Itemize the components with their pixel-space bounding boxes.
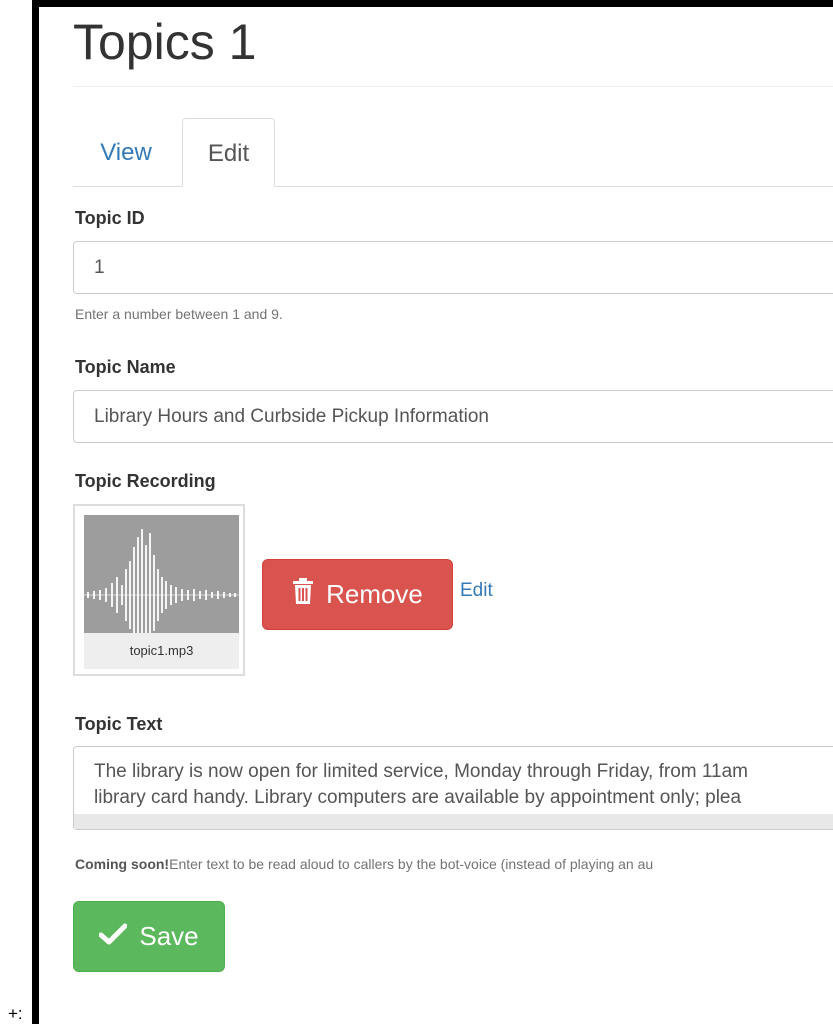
page-title: Topics 1 xyxy=(73,14,257,70)
topic-text-help: Coming soon!Enter text to be read aloud … xyxy=(75,856,653,872)
frame-border-left xyxy=(32,0,39,1024)
save-button[interactable]: Save xyxy=(73,901,225,972)
tab-edit[interactable]: Edit xyxy=(182,118,275,187)
topic-name-value: Library Hours and Curbside Pickup Inform… xyxy=(94,406,489,427)
topic-name-label: Topic Name xyxy=(75,357,176,377)
checkmark-icon xyxy=(98,921,128,952)
edit-recording-link[interactable]: Edit xyxy=(460,580,493,602)
topic-name-input[interactable]: Library Hours and Curbside Pickup Inform… xyxy=(73,390,833,443)
trash-icon xyxy=(292,578,314,611)
topic-id-value: 1 xyxy=(94,257,105,278)
topic-recording-label: Topic Recording xyxy=(75,471,216,491)
topic-id-input[interactable]: 1 xyxy=(73,241,833,294)
tab-bar: View Edit xyxy=(73,118,833,187)
frame-border-top xyxy=(32,0,833,7)
waveform-icon xyxy=(84,515,239,633)
topic-id-label: Topic ID xyxy=(75,208,145,228)
title-divider xyxy=(73,86,833,87)
textarea-horizontal-scrollbar[interactable] xyxy=(74,814,833,829)
topic-id-help: Enter a number between 1 and 9. xyxy=(75,306,283,322)
save-button-label: Save xyxy=(139,921,199,951)
corner-text: +: xyxy=(8,1004,23,1023)
tab-view[interactable]: View xyxy=(73,118,179,187)
coming-soon-label: Coming soon! xyxy=(75,856,170,872)
remove-recording-button[interactable]: Remove xyxy=(262,559,453,630)
topic-text-help-text: Enter text to be read aloud to callers b… xyxy=(169,856,654,872)
topic-text-label: Topic Text xyxy=(75,714,163,734)
topic-text-line: The library is now open for limited serv… xyxy=(94,761,749,782)
remove-button-label: Remove xyxy=(326,579,423,609)
recording-thumbnail[interactable]: topic1.mp3 xyxy=(73,504,245,676)
topic-text-line: library card handy. Library computers ar… xyxy=(94,787,742,808)
recording-file-name: topic1.mp3 xyxy=(84,633,239,669)
